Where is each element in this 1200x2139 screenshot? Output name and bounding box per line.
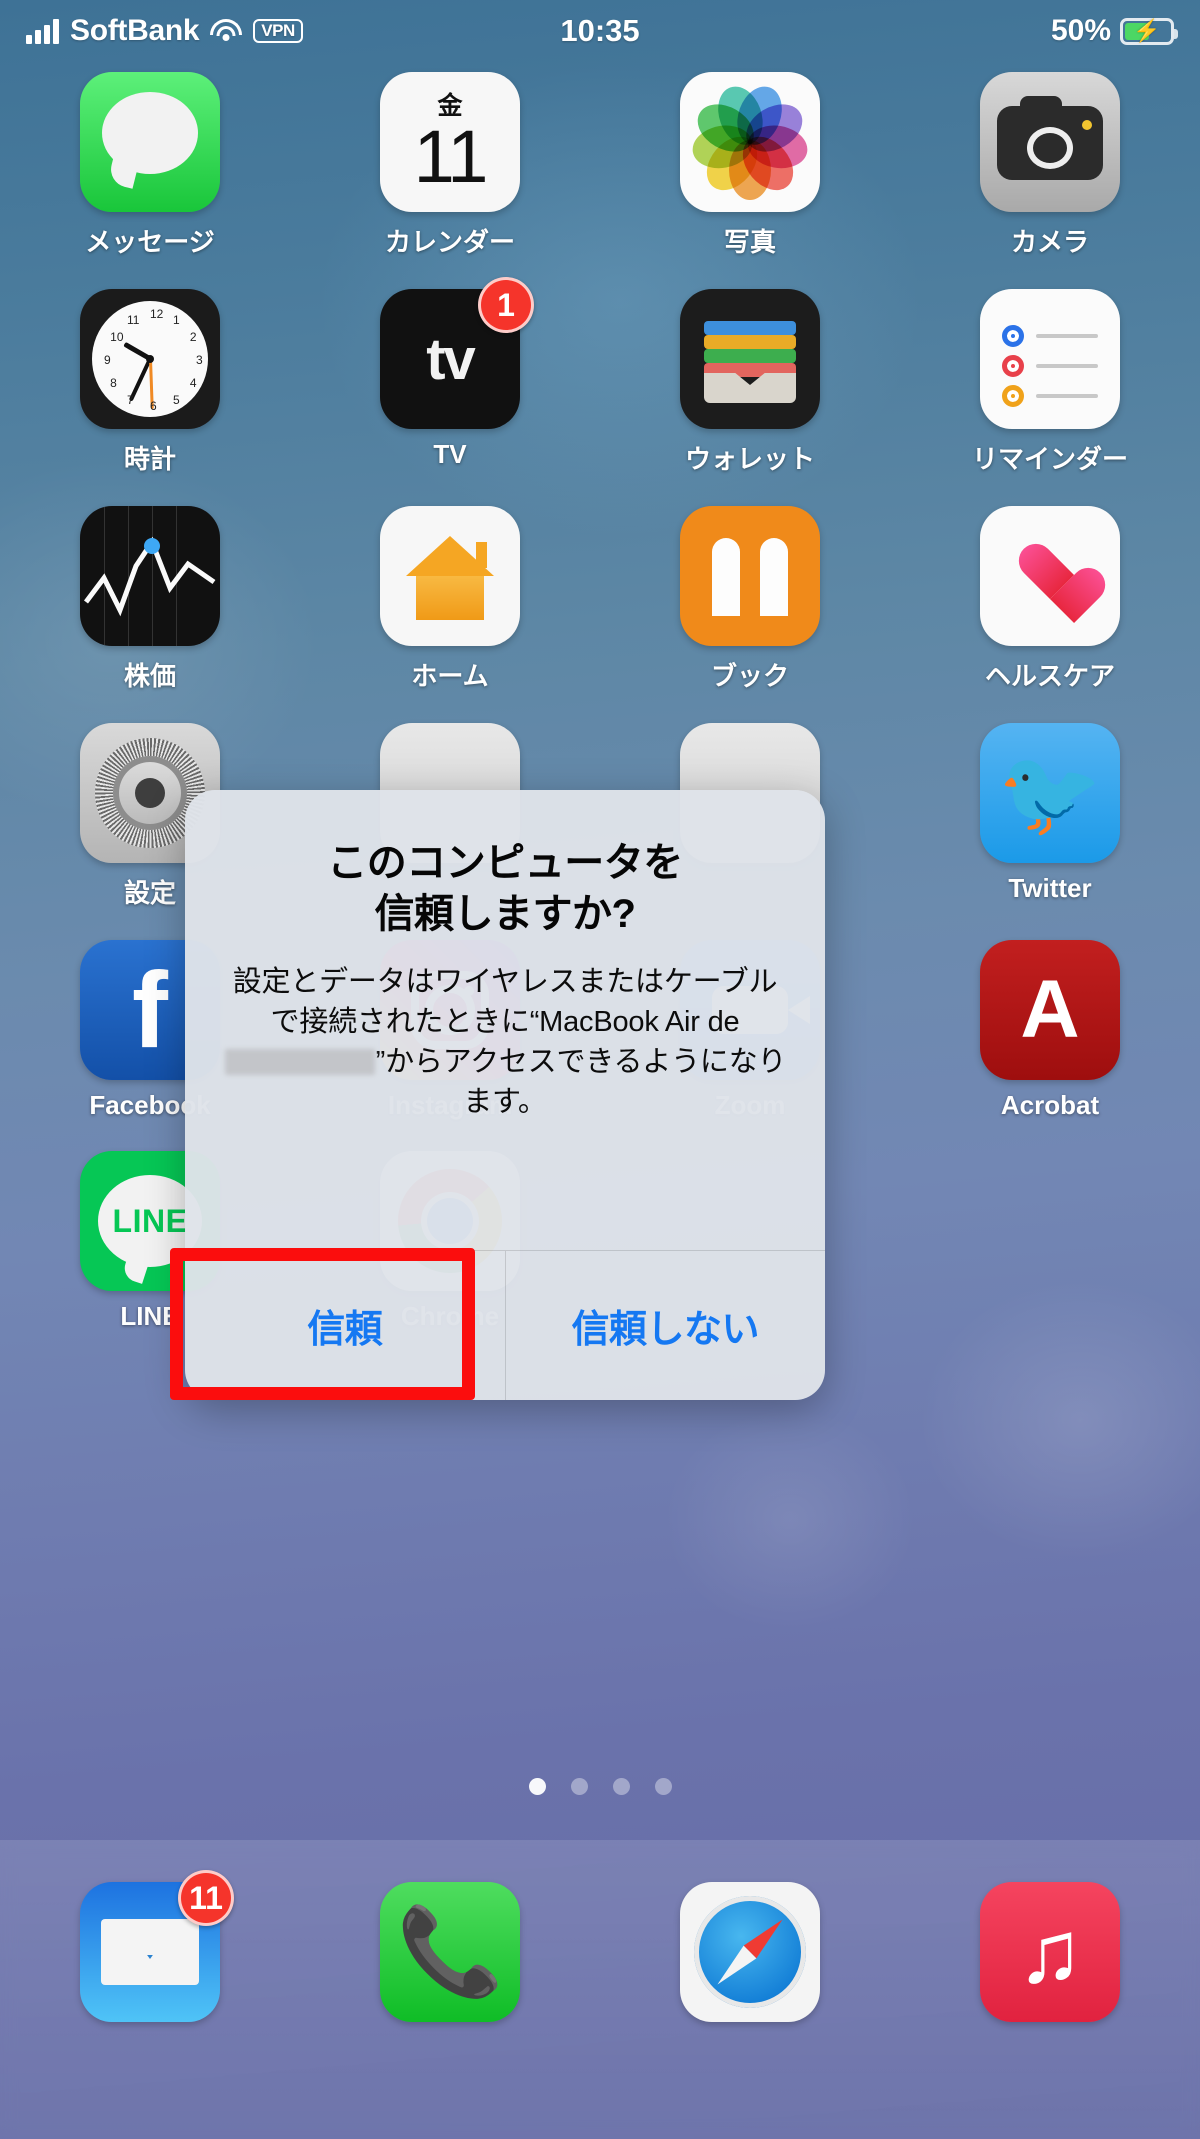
- clock-hour-tick: 6: [150, 399, 157, 413]
- app-label: TV: [433, 439, 467, 469]
- clock-hour-tick: 4: [189, 376, 197, 390]
- health-icon: [980, 506, 1120, 646]
- photos-icon: [680, 72, 820, 212]
- app-row: 1 2 3 4 5 6 7 8 9 10 11 12 時計 tv 1 TV ウォレット リマインダー: [0, 277, 1200, 476]
- status-bar: SoftBank VPN 10:35 50% ⚡: [0, 0, 1200, 62]
- dont-trust-button[interactable]: 信頼しない: [504, 1251, 826, 1400]
- dock: 11 📞 ♫: [0, 1840, 1200, 2139]
- clock-icon: 1 2 3 4 5 6 7 8 9 10 11 12: [80, 289, 220, 429]
- badge-count: 11: [178, 1870, 234, 1926]
- battery-charging-icon: ⚡: [1120, 17, 1178, 45]
- dialog-message-part2: ”からアクセスできるようになります。: [375, 1046, 787, 1119]
- redacted-computer-name: [224, 1049, 375, 1076]
- clock-hour-tick: 8: [110, 376, 117, 390]
- status-bar-left: SoftBank VPN: [26, 14, 303, 48]
- messages-icon: [80, 72, 220, 212]
- app-row: メッセージ 金 11 カレンダー 写真 カメラ: [0, 72, 1200, 259]
- app-stocks[interactable]: 株価: [0, 506, 300, 693]
- clock-hour-tick: 1: [173, 313, 180, 328]
- app-label: ウォレット: [684, 444, 815, 474]
- app-camera[interactable]: カメラ: [900, 72, 1200, 259]
- app-label: リマインダー: [971, 444, 1128, 474]
- trust-computer-dialog: このコンピュータを 信頼しますか? 設定とデータはワイヤレスまたはケーブルで接続…: [185, 790, 825, 1400]
- vpn-badge: VPN: [253, 19, 303, 43]
- clock-hour-tick: 11: [127, 313, 140, 328]
- battery-percent: 50%: [1050, 14, 1111, 47]
- app-label: Twitter: [1008, 873, 1092, 903]
- app-label: ホーム: [411, 661, 489, 691]
- carrier-name: SoftBank: [70, 14, 200, 47]
- page-dot-4[interactable]: [654, 1778, 672, 1795]
- reminders-icon: [980, 289, 1120, 429]
- app-label: Acrobat: [1000, 1090, 1100, 1120]
- app-label: 株価: [123, 661, 176, 691]
- dialog-message: 設定とデータはワイヤレスまたはケーブルで接続されたときに“MacBook Air…: [219, 962, 791, 1122]
- clock-hour-tick: 7: [127, 392, 134, 407]
- clock-hour-tick: 3: [196, 353, 203, 367]
- dialog-body: このコンピュータを 信頼しますか? 設定とデータはワイヤレスまたはケーブルで接続…: [185, 790, 825, 1250]
- page-dot-3[interactable]: [612, 1778, 630, 1795]
- clock-hour-tick: 9: [104, 353, 111, 367]
- page-indicator-dots[interactable]: [0, 1778, 1200, 1795]
- acrobat-icon: A: [980, 940, 1120, 1080]
- app-label: ブック: [710, 661, 789, 691]
- app-label: 時計: [123, 444, 176, 474]
- dialog-message-part1: 設定とデータはワイヤレスまたはケーブルで接続されたときに“MacBook Air…: [232, 966, 778, 1039]
- dialog-actions: 信頼 信頼しない: [185, 1250, 825, 1400]
- safari-icon: [680, 1882, 820, 2022]
- app-label: ヘルスケア: [984, 661, 1115, 691]
- camera-icon: [980, 72, 1120, 212]
- page-dot-1[interactable]: [528, 1778, 546, 1795]
- app-empty-2: [900, 1151, 1200, 1332]
- app-photos[interactable]: 写真: [600, 72, 900, 259]
- dock-item-music[interactable]: ♫: [900, 1882, 1200, 2022]
- app-calendar[interactable]: 金 11 カレンダー: [300, 72, 600, 259]
- status-bar-right: 50% ⚡: [1050, 14, 1178, 48]
- books-icon: [680, 506, 820, 646]
- trust-button[interactable]: 信頼: [185, 1251, 505, 1400]
- app-label: 写真: [723, 227, 776, 257]
- dock-item-phone[interactable]: 📞: [300, 1882, 600, 2022]
- phone-icon: 📞: [380, 1882, 520, 2022]
- app-acrobat[interactable]: A Acrobat: [900, 940, 1200, 1121]
- iphone-home-screen: SoftBank VPN 10:35 50% ⚡ メッセージ 金 11 カレンダ…: [0, 0, 1200, 2139]
- calendar-day: 11: [413, 114, 489, 198]
- clock-hour-tick: 5: [173, 392, 180, 407]
- app-label: カレンダー: [384, 227, 515, 257]
- app-books[interactable]: ブック: [600, 506, 900, 693]
- home-app-icon: [380, 506, 520, 646]
- app-twitter[interactable]: 🐦 Twitter: [900, 723, 1200, 910]
- app-tv[interactable]: tv 1 TV: [300, 277, 600, 476]
- page-dot-2[interactable]: [570, 1778, 588, 1795]
- app-label: カメラ: [1010, 227, 1089, 257]
- signal-bars-icon: [26, 18, 59, 44]
- music-icon: ♫: [980, 1882, 1120, 2022]
- app-health[interactable]: ヘルスケア: [900, 506, 1200, 693]
- app-clock[interactable]: 1 2 3 4 5 6 7 8 9 10 11 12 時計: [0, 289, 300, 476]
- clock-hour-tick: 10: [110, 330, 124, 344]
- dock-item-safari[interactable]: [600, 1882, 900, 2022]
- app-label: メッセージ: [85, 227, 215, 257]
- badge-count: 1: [478, 277, 534, 333]
- app-wallet[interactable]: ウォレット: [600, 289, 900, 476]
- app-label: LINE: [120, 1301, 180, 1331]
- stocks-icon: [80, 506, 220, 646]
- clock-hour-tick: 12: [150, 307, 164, 321]
- clock-hour-tick: 2: [189, 330, 197, 344]
- dock-item-mail[interactable]: 11: [0, 1870, 300, 2022]
- wallet-icon: [680, 289, 820, 429]
- app-row: 株価 ホーム ブック ヘルスケア: [0, 506, 1200, 693]
- twitter-icon: 🐦: [980, 723, 1120, 863]
- app-home[interactable]: ホーム: [300, 506, 600, 693]
- wifi-icon: [210, 18, 243, 44]
- app-label: 設定: [123, 878, 176, 908]
- calendar-icon: 金 11: [380, 72, 520, 212]
- app-reminders[interactable]: リマインダー: [900, 289, 1200, 476]
- app-messages[interactable]: メッセージ: [0, 72, 300, 259]
- dialog-title: このコンピュータを 信頼しますか?: [327, 841, 683, 937]
